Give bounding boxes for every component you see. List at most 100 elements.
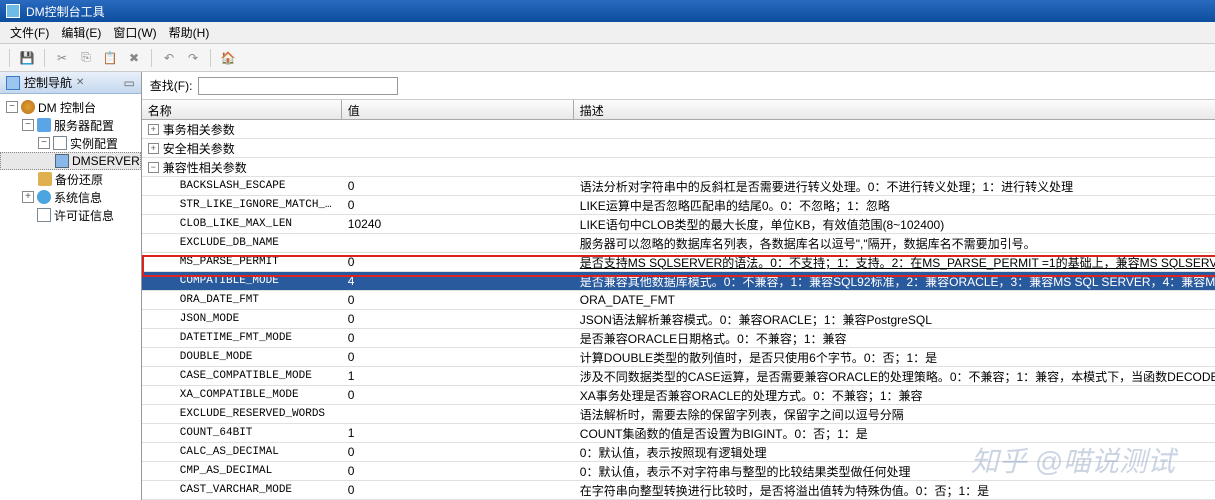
grid-header: 名称 值 描述 — [142, 100, 1215, 120]
param-value[interactable]: 4 — [342, 274, 574, 288]
menu-help[interactable]: 帮助(H) — [165, 22, 214, 43]
tree-instance-config[interactable]: − 实例配置 — [0, 134, 141, 152]
param-name: CAST_VARCHAR_MODE — [142, 484, 342, 496]
tree-backup-restore[interactable]: 备份还原 — [0, 170, 141, 188]
param-desc: 是否支持MS SQLSERVER的语法。0：不支持；1：支持。2：在MS_PAR… — [574, 254, 1215, 271]
collapse-icon[interactable]: − — [148, 162, 159, 173]
separator — [151, 49, 152, 67]
nav-title: 控制导航 — [24, 74, 72, 91]
tree-license-info[interactable]: 许可证信息 — [0, 206, 141, 224]
content-panel: 查找(F): 名称 值 描述 +事务相关参数 +安全相关参数 −兼容性相关参数 … — [142, 72, 1215, 500]
license-icon — [37, 208, 51, 222]
expand-icon[interactable]: + — [22, 191, 34, 203]
separator — [44, 49, 45, 67]
param-value[interactable]: 0 — [342, 350, 574, 364]
param-value[interactable]: 0 — [342, 331, 574, 345]
param-desc: XA事务处理是否兼容ORACLE的处理方式。0：不兼容；1：兼容 — [574, 387, 1215, 404]
info-icon — [37, 190, 51, 204]
table-row[interactable]: DATETIME_FMT_MODE0是否兼容ORACLE日期格式。0：不兼容；1… — [142, 329, 1215, 348]
table-row[interactable]: CASE_COMPATIBLE_MODE1涉及不同数据类型的CASE运算，是否需… — [142, 367, 1215, 386]
param-name: XA_COMPATIBLE_MODE — [142, 389, 342, 401]
param-value[interactable]: 1 — [342, 369, 574, 383]
col-name[interactable]: 名称 — [142, 100, 342, 119]
table-row[interactable]: COMPATIBLE_MODE4是否兼容其他数据库模式。0：不兼容，1：兼容SQ… — [142, 272, 1215, 291]
tree-server-config[interactable]: − 服务器配置 — [0, 116, 141, 134]
param-value[interactable]: 0 — [342, 312, 574, 326]
collapse-icon[interactable]: − — [6, 101, 18, 113]
redo-icon[interactable]: ↷ — [183, 48, 203, 68]
table-row[interactable]: XA_COMPATIBLE_MODE0XA事务处理是否兼容ORACLE的处理方式… — [142, 386, 1215, 405]
param-desc: JSON语法解析兼容模式。0：兼容ORACLE；1：兼容PostgreSQL — [574, 311, 1215, 328]
table-row[interactable]: CLOB_LIKE_MAX_LEN10240LIKE语句中CLOB类型的最大长度… — [142, 215, 1215, 234]
param-name: CALC_AS_DECIMAL — [142, 446, 342, 458]
backup-icon — [38, 172, 52, 186]
table-row[interactable]: MS_PARSE_PERMIT0是否支持MS SQLSERVER的语法。0：不支… — [142, 253, 1215, 272]
table-row[interactable]: STR_LIKE_IGNORE_MATCH_EN…0LIKE运算中是否忽略匹配串… — [142, 196, 1215, 215]
tree-root[interactable]: − DM 控制台 — [0, 98, 141, 116]
delete-icon[interactable]: ✖ — [124, 48, 144, 68]
menu-file[interactable]: 文件(F) — [6, 22, 53, 43]
param-name: JSON_MODE — [142, 313, 342, 325]
group-compat[interactable]: −兼容性相关参数 — [142, 158, 1215, 177]
table-row[interactable]: EXCLUDE_DB_NAME服务器可以忽略的数据库名列表，各数据库名以逗号",… — [142, 234, 1215, 253]
group-transaction[interactable]: +事务相关参数 — [142, 120, 1215, 139]
menu-window[interactable]: 窗口(W) — [109, 22, 160, 43]
expand-icon[interactable]: + — [148, 124, 159, 135]
table-row[interactable]: JSON_MODE0JSON语法解析兼容模式。0：兼容ORACLE；1：兼容Po… — [142, 310, 1215, 329]
param-desc: 0：默认值，表示按照现有逻辑处理 — [574, 444, 1215, 461]
table-row[interactable]: EXCLUDE_RESERVED_WORDS语法解析时，需要去除的保留字列表，保… — [142, 405, 1215, 424]
table-row[interactable]: CMP_AS_DECIMAL00：默认值，表示不对字符串与整型的比较结果类型做任… — [142, 462, 1215, 481]
tree-dmserver[interactable]: DMSERVER — [0, 152, 141, 170]
param-name: COUNT_64BIT — [142, 427, 342, 439]
paste-icon[interactable]: 📋 — [100, 48, 120, 68]
separator — [9, 49, 10, 67]
menu-edit[interactable]: 编辑(E) — [57, 22, 105, 43]
minimize-icon[interactable]: ▭ — [123, 76, 134, 90]
title-bar: DM控制台工具 — [0, 0, 1215, 22]
param-desc: 语法分析对字符串中的反斜杠是否需要进行转义处理。0：不进行转义处理；1：进行转义… — [574, 178, 1215, 195]
param-value[interactable]: 0 — [342, 293, 574, 307]
console-icon — [21, 100, 35, 114]
param-desc: 计算DOUBLE类型的散列值时，是否只使用6个字节。0：否；1：是 — [574, 349, 1215, 366]
search-input[interactable] — [198, 77, 398, 95]
param-name: EXCLUDE_DB_NAME — [142, 237, 342, 249]
server-icon — [55, 154, 69, 168]
table-row[interactable]: CALC_AS_DECIMAL00：默认值，表示按照现有逻辑处理 — [142, 443, 1215, 462]
param-desc: 0：默认值，表示不对字符串与整型的比较结果类型做任何处理 — [574, 463, 1215, 480]
search-row: 查找(F): — [142, 72, 1215, 100]
param-value[interactable]: 10240 — [342, 217, 574, 231]
param-value[interactable]: 0 — [342, 255, 574, 269]
param-value[interactable]: 0 — [342, 445, 574, 459]
col-desc[interactable]: 描述 — [574, 100, 1215, 119]
param-desc: LIKE语句中CLOB类型的最大长度，单位KB，有效值范围(8~102400) — [574, 216, 1215, 233]
param-value[interactable]: 0 — [342, 464, 574, 478]
param-value[interactable]: 1 — [342, 426, 574, 440]
param-name: BACKSLASH_ESCAPE — [142, 180, 342, 192]
table-row[interactable]: DOUBLE_MODE0计算DOUBLE类型的散列值时，是否只使用6个字节。0：… — [142, 348, 1215, 367]
param-value[interactable]: 0 — [342, 388, 574, 402]
collapse-icon[interactable]: − — [38, 137, 50, 149]
group-security[interactable]: +安全相关参数 — [142, 139, 1215, 158]
param-name: CASE_COMPATIBLE_MODE — [142, 370, 342, 382]
cut-icon[interactable]: ✂ — [52, 48, 72, 68]
param-name: CMP_AS_DECIMAL — [142, 465, 342, 477]
param-value[interactable]: 0 — [342, 483, 574, 497]
home-icon[interactable]: 🏠 — [218, 48, 238, 68]
save-icon[interactable]: 💾 — [17, 48, 37, 68]
table-row[interactable]: COUNT_64BIT1COUNT集函数的值是否设置为BIGINT。0：否；1：… — [142, 424, 1215, 443]
param-name: MS_PARSE_PERMIT — [142, 256, 342, 268]
param-name: STR_LIKE_IGNORE_MATCH_EN… — [142, 199, 342, 211]
param-desc: 涉及不同数据类型的CASE运算，是否需要兼容ORACLE的处理策略。0：不兼容；… — [574, 368, 1215, 385]
col-value[interactable]: 值 — [342, 100, 574, 119]
param-value[interactable]: 0 — [342, 179, 574, 193]
table-row[interactable]: ORA_DATE_FMT0ORA_DATE_FMT — [142, 291, 1215, 310]
table-row[interactable]: BACKSLASH_ESCAPE0语法分析对字符串中的反斜杠是否需要进行转义处理… — [142, 177, 1215, 196]
tree-system-info[interactable]: + 系统信息 — [0, 188, 141, 206]
undo-icon[interactable]: ↶ — [159, 48, 179, 68]
expand-icon[interactable]: + — [148, 143, 159, 154]
param-value[interactable]: 0 — [342, 198, 574, 212]
collapse-icon[interactable]: − — [22, 119, 34, 131]
param-name: DOUBLE_MODE — [142, 351, 342, 363]
copy-icon[interactable]: ⎘ — [76, 48, 96, 68]
table-row[interactable]: CAST_VARCHAR_MODE0在字符串向整型转换进行比较时，是否将溢出值转… — [142, 481, 1215, 500]
